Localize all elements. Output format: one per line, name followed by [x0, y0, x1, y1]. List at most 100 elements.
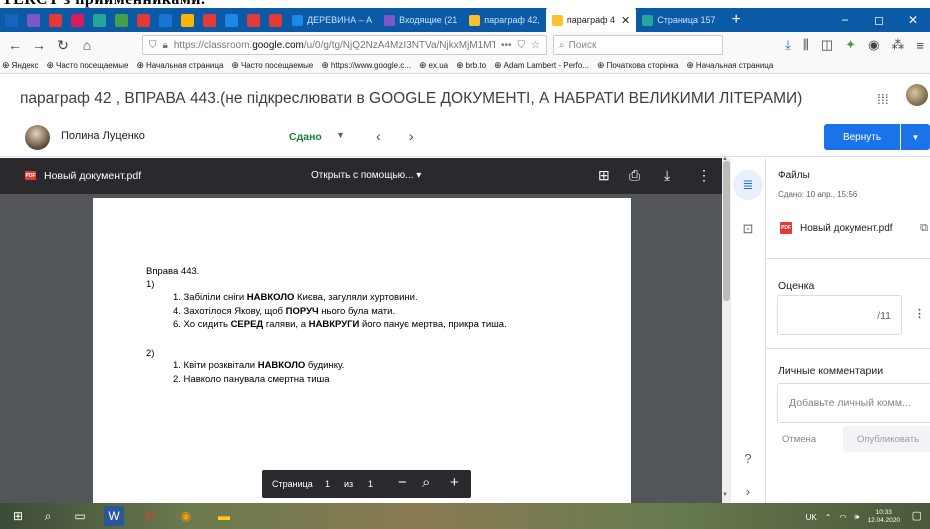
search-bar[interactable]: ⌕ Поиск: [553, 35, 723, 55]
new-tab-button[interactable]: +: [722, 11, 751, 29]
clock[interactable]: 10:33 12.04.2020: [867, 509, 900, 525]
print-icon[interactable]: ⎙: [629, 167, 640, 184]
bookmark-item[interactable]: ⊕ Начальная страница: [136, 60, 223, 71]
account-icon[interactable]: ◉: [868, 37, 879, 53]
pinned-tab[interactable]: [44, 8, 66, 32]
network-icon[interactable]: ◠: [839, 513, 846, 522]
pinned-tab[interactable]: [110, 8, 132, 32]
comment-input[interactable]: Добавьте личный комм...: [777, 383, 930, 423]
bookmark-item[interactable]: ⊕ ex.ua: [419, 60, 448, 71]
open-with-button[interactable]: Открыть с помощью... ▾: [311, 170, 421, 181]
attached-file[interactable]: PDF Новый документ.pdf ⧉: [774, 214, 930, 242]
maximize-button[interactable]: ◻: [862, 13, 896, 27]
bookmark-item[interactable]: ⊕ Початкова сторінка: [597, 60, 678, 71]
browser-tab[interactable]: ДЕРЕВИНА – А: [286, 8, 378, 32]
next-student-button[interactable]: ›: [409, 128, 414, 144]
extension-icon[interactable]: ✦: [845, 37, 856, 53]
close-tab-icon[interactable]: ✕: [621, 14, 630, 27]
bookmark-item[interactable]: ⊕ brb.to: [456, 60, 486, 71]
comment-placeholder: Добавьте личный комм...: [789, 397, 911, 409]
browser-tab[interactable]: параграф 42,: [463, 8, 546, 32]
comment-icon[interactable]: ⊡: [733, 214, 763, 244]
cancel-button[interactable]: Отмена: [782, 434, 816, 445]
minimize-button[interactable]: −: [828, 13, 862, 27]
close-window-button[interactable]: ✕: [896, 13, 930, 27]
download-icon[interactable]: ⤓: [785, 37, 791, 53]
extensions-icon[interactable]: ⁂: [891, 37, 904, 53]
bookmark-item[interactable]: ⊕ Часто посещаемые: [46, 60, 128, 71]
zoom-icon[interactable]: ⌕: [422, 474, 430, 491]
pinned-tab[interactable]: [66, 8, 88, 32]
language-indicator[interactable]: UK: [806, 513, 817, 522]
pocket-icon[interactable]: ⛉: [518, 40, 526, 51]
page-current[interactable]: 1: [325, 479, 330, 489]
forward-button[interactable]: →: [30, 37, 48, 53]
viewer-scrollbar[interactable]: ▲ ▼: [722, 156, 731, 503]
page-actions-button[interactable]: •••: [501, 40, 512, 51]
zoom-in-icon[interactable]: +: [450, 474, 459, 491]
apps-grid-icon[interactable]: ⁞⁞⁞: [877, 91, 889, 107]
details-icon[interactable]: ≣: [733, 170, 763, 200]
browser-tabbar: ДЕРЕВИНА – А Входящие (21 параграф 42, пара…: [0, 8, 930, 32]
help-icon[interactable]: ?: [733, 443, 763, 473]
file-explorer-icon[interactable]: ▬: [214, 506, 234, 526]
comments-heading: Личные комментарии: [778, 365, 884, 377]
start-icon[interactable]: ⊞: [8, 506, 28, 526]
globe-icon: ⊕: [418, 60, 427, 70]
back-button[interactable]: ←: [6, 37, 24, 53]
browser-tab[interactable]: Страница 157: [636, 8, 721, 32]
more-options-icon[interactable]: ⋮: [697, 167, 711, 184]
pinned-tab[interactable]: [22, 8, 44, 32]
open-external-icon[interactable]: ⧉: [920, 222, 928, 235]
bookmark-star-icon[interactable]: ☆: [531, 40, 540, 51]
search-input[interactable]: Поиск: [569, 40, 597, 51]
collapse-panel-icon[interactable]: ›: [733, 476, 763, 506]
status-dropdown[interactable]: Сдано: [289, 131, 322, 143]
previous-student-button[interactable]: ‹: [376, 128, 381, 144]
return-dropdown-button[interactable]: ▼: [901, 124, 930, 150]
menu-icon[interactable]: ≡: [916, 38, 924, 53]
bookmark-item[interactable]: ⊕ Начальная страница: [686, 60, 773, 71]
search-icon[interactable]: ⌕: [38, 506, 58, 526]
add-to-drive-icon[interactable]: ⊞: [598, 167, 610, 184]
volume-icon[interactable]: 🕪︎: [854, 512, 859, 522]
caret-down-icon[interactable]: ▼: [336, 130, 345, 140]
task-view-icon[interactable]: ▭: [70, 506, 90, 526]
library-icon[interactable]: ⫼: [803, 37, 809, 53]
pinned-tab[interactable]: [88, 8, 110, 32]
pinned-tab[interactable]: [242, 8, 264, 32]
bookmark-item[interactable]: ⊕ Часто посещаемые: [231, 60, 313, 71]
pinned-tab[interactable]: [154, 8, 176, 32]
scroll-down-icon[interactable]: ▼: [722, 492, 728, 498]
grade-input[interactable]: /11: [777, 295, 902, 335]
pinned-tab[interactable]: [220, 8, 242, 32]
pinned-tab[interactable]: [198, 8, 220, 32]
tray-chevron-icon[interactable]: ⌃: [825, 513, 832, 522]
opera-icon[interactable]: O: [140, 506, 160, 526]
browser-tab[interactable]: параграф 4 ✕: [545, 8, 637, 32]
zoom-out-icon[interactable]: −: [398, 474, 407, 491]
grade-options-icon[interactable]: ⋮: [914, 307, 925, 320]
browser-tab[interactable]: Входящие (21: [378, 8, 463, 32]
scrollbar-thumb[interactable]: [723, 161, 730, 301]
bookmark-item[interactable]: ⊕ https://www.google.c...: [321, 60, 411, 71]
return-button[interactable]: Вернуть: [824, 124, 900, 150]
home-button[interactable]: ⌂: [78, 37, 96, 53]
clock-time: 10:33: [875, 509, 892, 516]
attached-file-name[interactable]: Новый документ.pdf: [800, 223, 893, 234]
pinned-tab[interactable]: [0, 8, 22, 32]
firefox-icon[interactable]: ◉: [176, 506, 196, 526]
download-icon[interactable]: ⤓: [664, 167, 670, 184]
reload-button[interactable]: ↻: [54, 37, 72, 54]
bookmark-item[interactable]: ⊕ Adam Lambert - Perfo...: [494, 60, 589, 71]
address-bar[interactable]: ⛉ 🔒︎ https://classroom.google.com/u/0/g/…: [142, 35, 547, 55]
pinned-tab[interactable]: [264, 8, 286, 32]
pinned-tab[interactable]: [132, 8, 154, 32]
pinned-tab[interactable]: [176, 8, 198, 32]
publish-button[interactable]: Опубликовать: [843, 426, 930, 452]
bookmark-item[interactable]: ⊕ Яндекс: [2, 60, 38, 71]
word-icon[interactable]: W: [104, 506, 124, 526]
notifications-icon[interactable]: ▢: [912, 509, 922, 522]
user-avatar[interactable]: [906, 84, 928, 106]
sidebar-icon[interactable]: ◫: [821, 37, 833, 53]
